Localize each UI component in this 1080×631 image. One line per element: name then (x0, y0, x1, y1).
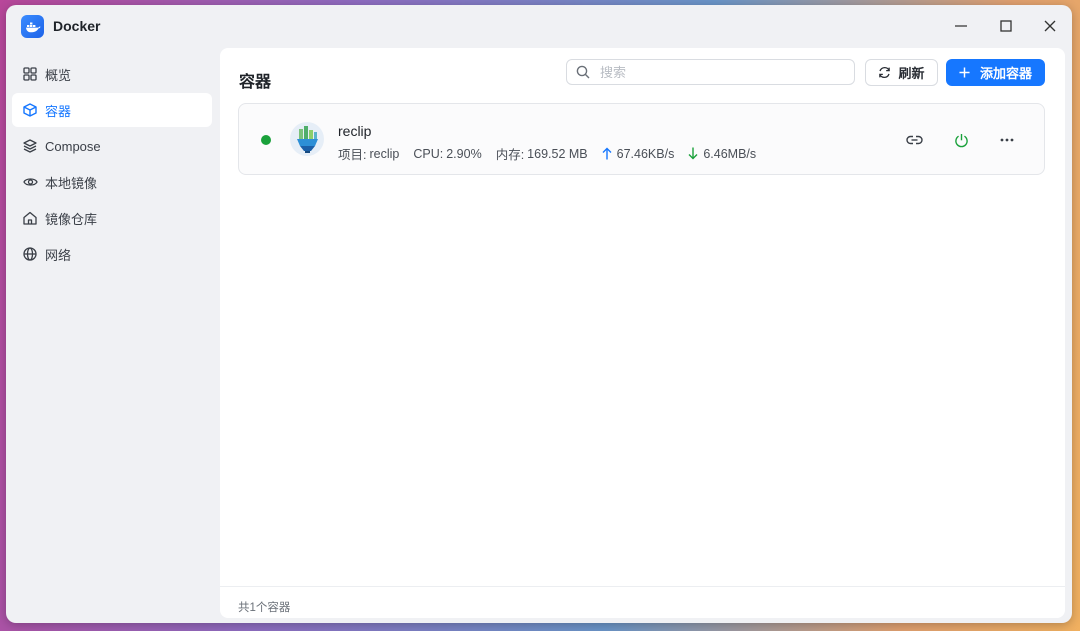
search-box[interactable] (566, 59, 855, 85)
upload-speed: 67.46KB/s (616, 146, 675, 161)
sidebar-item-label: 本地镜像 (45, 175, 98, 191)
memory-value: 169.52 MB (527, 146, 588, 161)
title-bar: Docker (6, 5, 1072, 47)
eye-icon (22, 174, 38, 190)
container-count: 共1个容器 (238, 602, 291, 614)
container-card[interactable]: reclip 项目: reclip CPU: 2.90% 内存: 169.52 … (238, 103, 1045, 175)
minimize-icon (955, 25, 967, 27)
power-toggle-button[interactable] (951, 130, 971, 150)
project-label: 项目: (338, 148, 367, 162)
sidebar-item-local-images[interactable]: 本地镜像 (12, 165, 212, 199)
plus-icon (959, 67, 970, 78)
grid-icon (22, 66, 38, 82)
app-window: Docker 概览 容器 Compose 本地镜像 镜像仓库 网络 容器 搜索 … (6, 5, 1072, 623)
refresh-button[interactable]: 刷新 (865, 59, 938, 86)
page-title: 容器 (239, 74, 272, 91)
home-icon (22, 210, 38, 226)
refresh-label: 刷新 (898, 66, 925, 81)
maximize-button[interactable] (996, 16, 1016, 36)
more-options-button[interactable] (997, 130, 1017, 150)
add-container-label: 添加容器 (979, 66, 1032, 81)
power-icon (954, 133, 968, 147)
layers-icon (22, 138, 38, 154)
sidebar-item-compose[interactable]: Compose (12, 129, 212, 163)
add-container-button[interactable]: 添加容器 (946, 59, 1045, 86)
sidebar-item-label: 网络 (45, 247, 72, 263)
project-value: reclip (369, 146, 400, 161)
sidebar-item-label: Compose (45, 138, 101, 154)
upload-arrow-icon (602, 147, 614, 161)
memory-label: 内存: (495, 148, 525, 162)
sidebar-item-overview[interactable]: 概览 (12, 57, 212, 91)
status-running-indicator (261, 135, 271, 145)
app-title: Docker (53, 18, 101, 34)
download-speed: 6.46MB/s (703, 146, 757, 161)
refresh-icon (879, 67, 891, 78)
more-icon (1000, 138, 1014, 142)
search-input[interactable] (598, 63, 842, 81)
cube-icon (22, 102, 38, 118)
sidebar: 概览 容器 Compose 本地镜像 镜像仓库 网络 (12, 57, 212, 273)
sidebar-item-label: 镜像仓库 (45, 211, 98, 227)
link-icon (905, 135, 923, 145)
globe-icon (22, 246, 38, 262)
sidebar-item-label: 容器 (45, 103, 72, 119)
sidebar-item-registry[interactable]: 镜像仓库 (12, 201, 212, 235)
sidebar-item-containers[interactable]: 容器 (12, 93, 212, 127)
container-name: reclip (338, 123, 372, 139)
cpu-label: CPU: (413, 146, 444, 161)
sidebar-item-label: 概览 (45, 67, 72, 83)
minimize-button[interactable] (951, 16, 971, 36)
close-button[interactable] (1040, 16, 1060, 36)
container-meta: 项目: reclip CPU: 2.90% 内存: 169.52 MB 67.4… (338, 144, 756, 163)
download-arrow-icon (688, 147, 700, 161)
sidebar-item-network[interactable]: 网络 (12, 237, 212, 271)
footer-divider (220, 586, 1065, 587)
search-icon (576, 65, 590, 79)
open-link-button[interactable] (904, 130, 924, 150)
maximize-icon (1000, 20, 1012, 32)
close-icon (1044, 20, 1056, 32)
main-panel: 容器 刷新 添加容器 (220, 48, 1065, 618)
container-app-icon (289, 121, 325, 157)
cpu-value: 2.90% (446, 146, 482, 161)
docker-logo-icon (21, 15, 44, 38)
